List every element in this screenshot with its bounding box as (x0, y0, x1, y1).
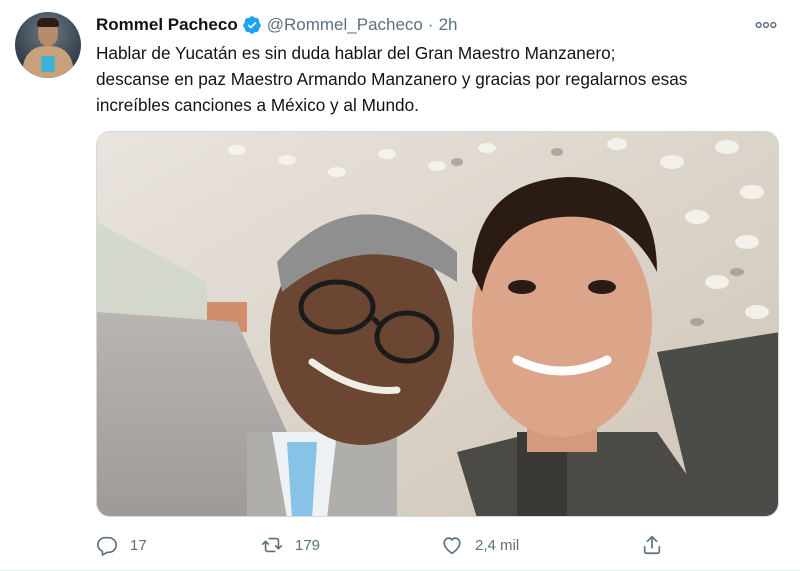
tweet-photo[interactable] (96, 131, 779, 517)
tweet-card[interactable]: Rommel Pacheco @Rommel_Pacheco · 2h Habl… (0, 0, 800, 571)
tweet-text-line: Hablar de Yucatán es sin duda hablar del… (96, 43, 616, 63)
share-button[interactable] (641, 530, 663, 560)
share-icon (643, 535, 661, 555)
tweet-actions: 17 179 2,4 mil (96, 530, 696, 560)
tweet-text: Hablar de Yucatán es sin duda hablar del… (96, 40, 786, 118)
reply-icon (97, 536, 117, 556)
tweet-text-line: increíbles canciones a México y al Mundo… (96, 95, 419, 115)
tweet-header: Rommel Pacheco @Rommel_Pacheco · 2h (96, 12, 457, 38)
retweet-count: 179 (295, 536, 321, 554)
like-icon (443, 537, 461, 555)
reply-count: 17 (130, 536, 147, 554)
reply-button[interactable]: 17 (96, 530, 147, 560)
author-handle[interactable]: @Rommel_Pacheco (267, 15, 423, 35)
separator-dot: · (427, 15, 434, 34)
verified-badge-icon (242, 15, 262, 35)
tweet-timestamp[interactable]: 2h (439, 15, 458, 35)
like-button[interactable]: 2,4 mil (441, 530, 519, 560)
more-icon[interactable] (752, 12, 780, 38)
retweet-icon (262, 537, 282, 553)
like-count: 2,4 mil (475, 536, 520, 554)
tweet-text-line: descanse en paz Maestro Armando Manzaner… (96, 69, 688, 89)
author-name[interactable]: Rommel Pacheco (96, 15, 238, 35)
avatar[interactable] (15, 12, 81, 78)
retweet-button[interactable]: 179 (261, 530, 320, 560)
